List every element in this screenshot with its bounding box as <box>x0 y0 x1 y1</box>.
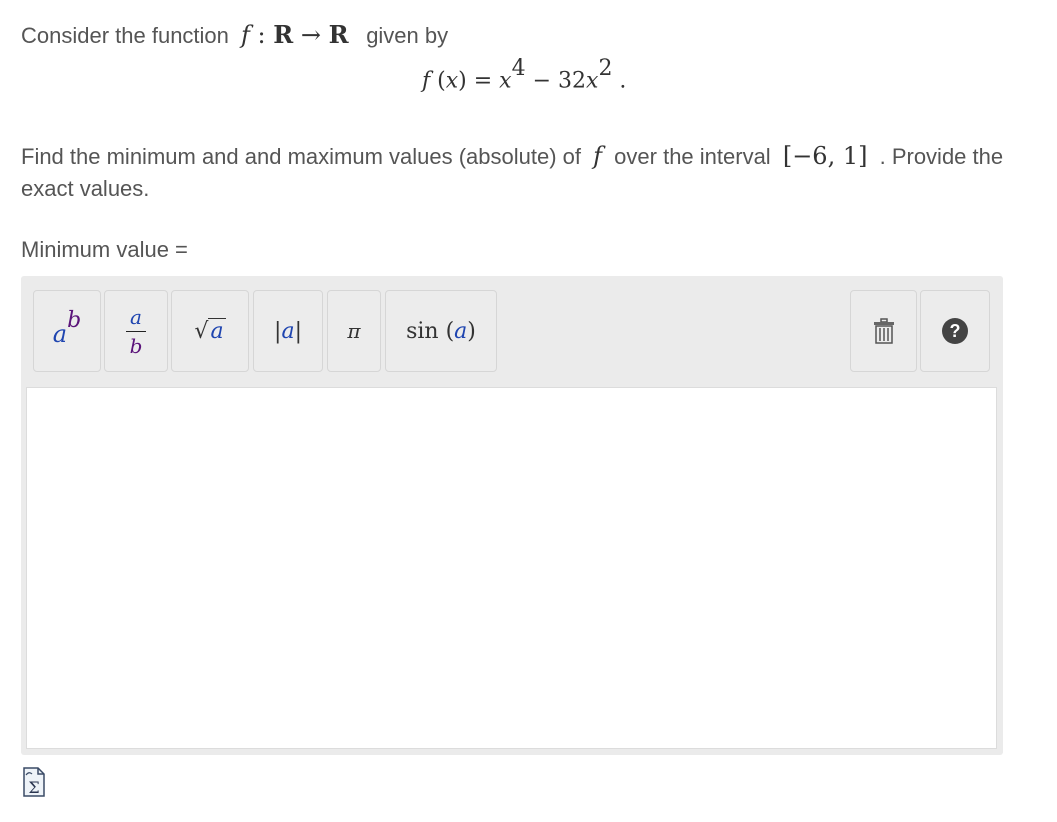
function-formula: f (x) = x4 − 32x2 . <box>422 56 627 94</box>
sigma-icon[interactable]: Σ <box>22 767 46 797</box>
math-editor: ab a b √ a |a| π sin (a) ? <box>21 276 1003 755</box>
power-exponent: b <box>67 308 82 333</box>
sin-button[interactable]: sin (a) <box>385 290 497 372</box>
intro-suffix: given by <box>366 23 449 48</box>
fraction-button[interactable]: a b <box>104 290 168 372</box>
trash-icon <box>873 318 894 344</box>
sqrt-button[interactable]: √ a <box>171 290 249 372</box>
svg-text:?: ? <box>950 321 961 341</box>
task-text: Find the minimum and and maximum values … <box>21 140 1021 205</box>
intro-text: Consider the function f : R → R given by <box>21 20 448 49</box>
sqrt-argument: a <box>208 318 226 344</box>
fraction-denominator: b <box>129 333 143 358</box>
sin-function: sin <box>406 318 439 344</box>
power-base: a <box>52 320 68 348</box>
function-notation: f : R → R <box>241 20 349 49</box>
exponent-4: 4 <box>511 56 526 81</box>
fraction-numerator: a <box>130 304 142 329</box>
task-interval: [−6, 1] <box>782 142 868 170</box>
sqrt-icon: √ <box>194 318 209 344</box>
task-part2: over the interval <box>614 144 771 169</box>
pi-button[interactable]: π <box>327 290 381 372</box>
task-part1: Find the minimum and and maximum values … <box>21 144 582 169</box>
minimum-value-label: Minimum value = <box>21 237 188 262</box>
intro-prefix: Consider the function <box>21 23 229 48</box>
answer-input[interactable] <box>26 387 997 749</box>
help-icon: ? <box>942 318 968 344</box>
pi-symbol: π <box>347 319 361 343</box>
sin-argument: a <box>454 318 468 344</box>
task-function-symbol: f <box>593 142 603 170</box>
abs-button[interactable]: |a| <box>253 290 323 372</box>
clear-button[interactable] <box>850 290 917 372</box>
svg-text:Σ: Σ <box>28 778 39 797</box>
power-button[interactable]: ab <box>33 290 101 372</box>
help-button[interactable]: ? <box>920 290 990 372</box>
exponent-2: 2 <box>598 56 613 81</box>
fraction-bar <box>126 330 146 332</box>
